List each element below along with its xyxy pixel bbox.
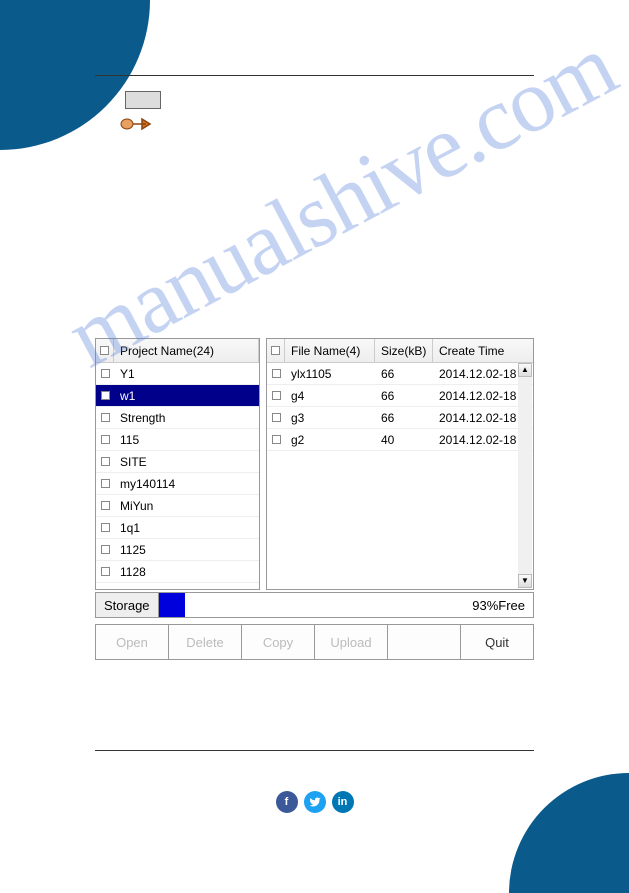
file-row[interactable]: g3662014.12.02-18 [267,407,533,429]
project-checkbox[interactable] [96,501,114,510]
scroll-up-icon[interactable]: ▲ [518,363,532,377]
project-name: Strength [114,411,259,425]
top-divider [95,75,534,76]
project-name: w1 [114,389,259,403]
project-row[interactable]: MiYun [96,495,259,517]
project-checkbox[interactable] [96,523,114,532]
project-checkbox[interactable] [96,567,114,576]
project-header[interactable]: Project Name(24) [114,339,259,362]
project-checkbox[interactable] [96,479,114,488]
storage-label: Storage [96,593,159,617]
linkedin-icon[interactable]: in [332,791,354,813]
storage-bar: Storage 93%Free [95,592,534,618]
project-row[interactable]: 1128 [96,561,259,583]
file-header-name[interactable]: File Name(4) [285,339,375,362]
file-manager-window: Project Name(24) Y1 w1 Strength 115 SITE my14… [95,338,534,660]
project-name: 115 [114,433,259,447]
storage-free-text: 93%Free [472,598,533,613]
slot-placeholder [125,91,161,109]
file-list-panel: File Name(4) Size(kB) Create Time ylx110… [266,338,534,590]
file-row[interactable]: g4662014.12.02-18 [267,385,533,407]
upload-button[interactable]: Upload [315,625,388,659]
project-row[interactable]: 1125 [96,539,259,561]
file-size: 66 [375,411,433,425]
project-row[interactable]: 115 [96,429,259,451]
project-checkbox[interactable] [96,435,114,444]
toolbar: Open Delete Copy Upload Quit [95,624,534,660]
project-name: 1125 [114,543,259,557]
file-checkbox[interactable] [267,369,285,378]
project-checkall[interactable] [96,339,114,362]
project-checkbox[interactable] [96,545,114,554]
scroll-down-icon[interactable]: ▼ [518,574,532,588]
file-row[interactable]: g2402014.12.02-18 [267,429,533,451]
file-checkall[interactable] [267,339,285,362]
file-header-time[interactable]: Create Time [433,339,533,362]
project-row[interactable]: 1q1 [96,517,259,539]
file-scrollbar[interactable]: ▲ ▼ [518,363,532,588]
twitter-icon[interactable] [304,791,326,813]
project-checkbox[interactable] [96,369,114,378]
social-bar: f in [95,791,534,813]
storage-used-segment [159,593,185,617]
file-name: g3 [285,411,375,425]
file-row[interactable]: ylx1105662014.12.02-18 [267,363,533,385]
project-row[interactable]: Strength [96,407,259,429]
file-name: ylx1105 [285,367,375,381]
project-name: 1128 [114,565,259,579]
project-checkbox[interactable] [96,457,114,466]
facebook-icon[interactable]: f [276,791,298,813]
file-checkbox[interactable] [267,391,285,400]
project-name: MiYun [114,499,259,513]
blank-button [388,625,461,659]
delete-button[interactable]: Delete [169,625,242,659]
project-row[interactable]: my140114 [96,473,259,495]
project-checkbox[interactable] [96,413,114,422]
project-name: Y1 [114,367,259,381]
file-size: 66 [375,367,433,381]
quit-button[interactable]: Quit [461,625,533,659]
pointing-hand-icon [120,115,160,133]
file-size: 40 [375,433,433,447]
project-row[interactable]: SITE [96,451,259,473]
open-button[interactable]: Open [96,625,169,659]
file-name: g4 [285,389,375,403]
project-list-panel: Project Name(24) Y1 w1 Strength 115 SITE my14… [95,338,260,590]
copy-button[interactable]: Copy [242,625,315,659]
file-header-size[interactable]: Size(kB) [375,339,433,362]
project-name: SITE [114,455,259,469]
project-name: my140114 [114,477,259,491]
project-row[interactable]: Y1 [96,363,259,385]
file-checkbox[interactable] [267,435,285,444]
project-name: 1q1 [114,521,259,535]
bottom-divider [95,750,534,751]
file-size: 66 [375,389,433,403]
file-name: g2 [285,433,375,447]
file-checkbox[interactable] [267,413,285,422]
project-row[interactable]: w1 [96,385,259,407]
project-checkbox[interactable] [96,391,114,400]
